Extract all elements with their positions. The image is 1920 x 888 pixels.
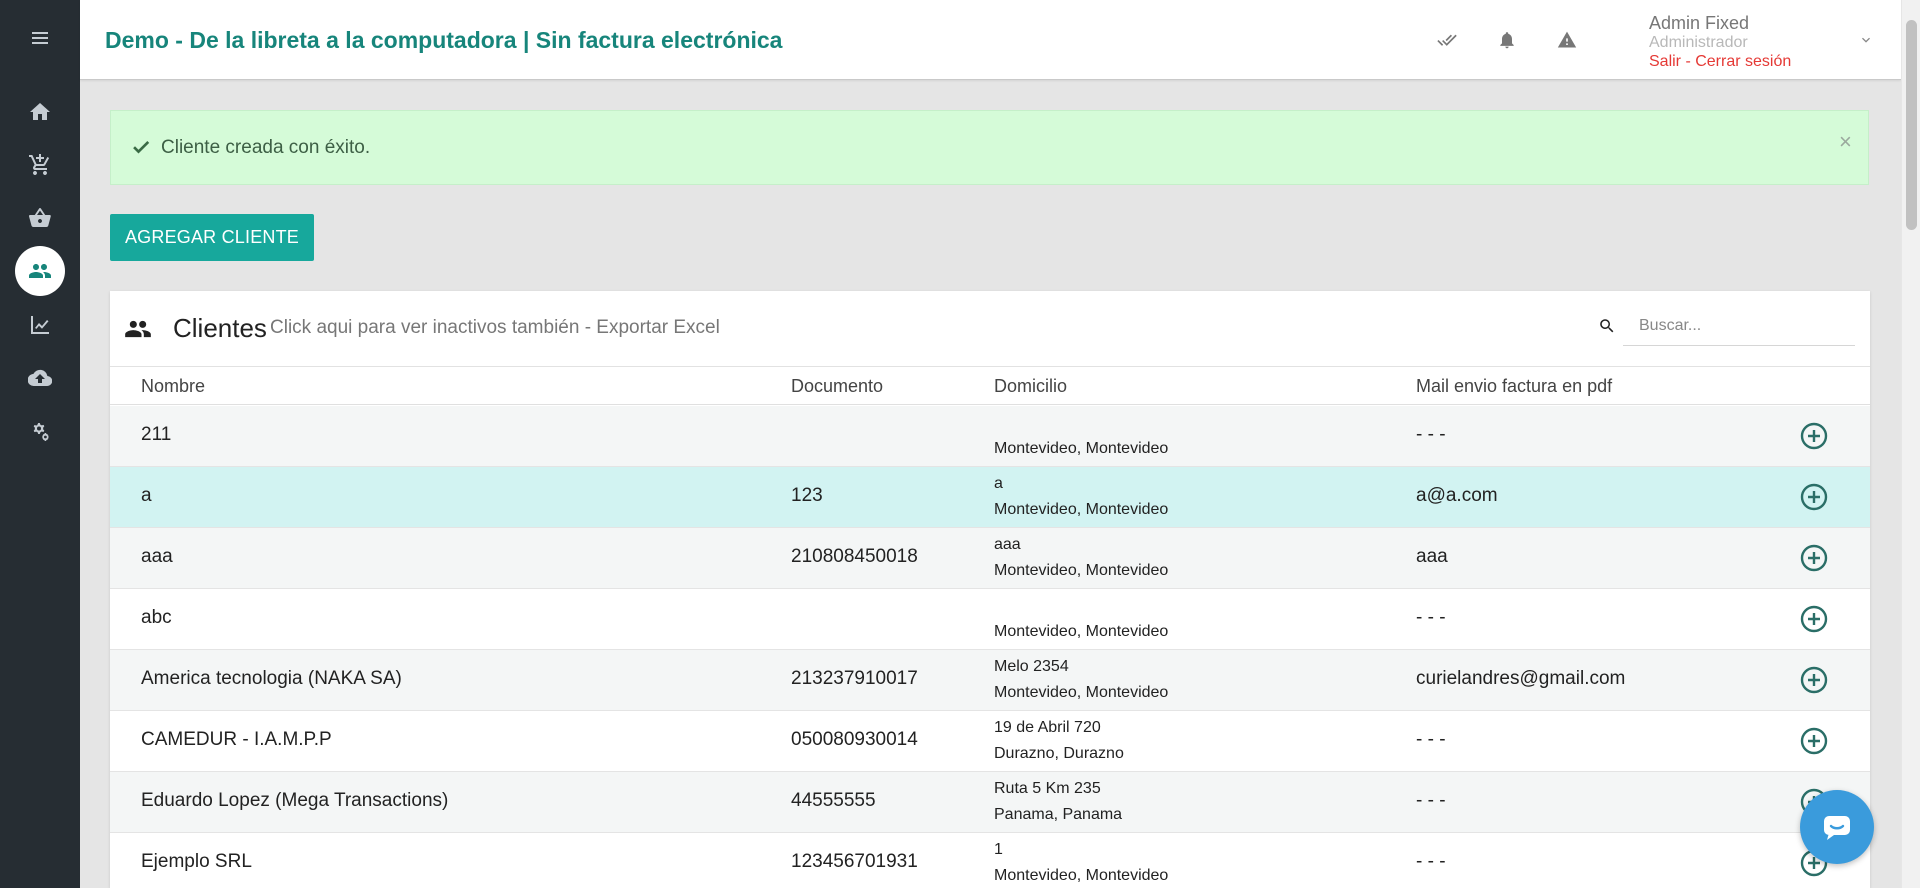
client-city: Montevideo, Montevideo xyxy=(994,867,1169,884)
table-row[interactable]: America tecnologia (NAKA SA) 213237910017… xyxy=(110,650,1870,711)
client-name: 211 xyxy=(141,424,172,445)
client-mail: a@a.com xyxy=(1416,485,1498,506)
column-header[interactable]: Mail envio factura en pdf xyxy=(1416,376,1612,397)
client-document: 44555555 xyxy=(791,790,876,811)
bell-icon[interactable] xyxy=(1495,28,1519,52)
table-row[interactable]: Ejemplo SRL 123456701931 1 Montevideo, Mont… xyxy=(110,833,1870,888)
client-city: Montevideo, Montevideo xyxy=(994,440,1169,457)
search-input[interactable] xyxy=(1623,306,1855,346)
client-city: Montevideo, Montevideo xyxy=(994,684,1169,701)
menu-icon[interactable] xyxy=(15,13,65,63)
chevron-down-icon[interactable] xyxy=(1858,32,1874,48)
search-icon xyxy=(1598,317,1618,337)
sidebar xyxy=(0,0,80,888)
column-header[interactable]: Nombre xyxy=(141,376,205,397)
client-document: 213237910017 xyxy=(791,668,918,689)
logout-link[interactable]: Salir - Cerrar sesión xyxy=(1649,53,1791,71)
clients-icon[interactable] xyxy=(15,246,65,296)
table-row[interactable]: abc Montevideo, Montevideo - - - xyxy=(110,589,1870,650)
double-check-icon[interactable] xyxy=(1435,28,1459,52)
page-title: Demo - De la libreta a la computadora | … xyxy=(105,27,783,53)
client-city: Durazno, Durazno xyxy=(994,745,1124,762)
client-city: Montevideo, Montevideo xyxy=(994,562,1169,579)
inactive-export-link[interactable]: Click aqui para ver inactivos también - … xyxy=(270,317,720,339)
table-row[interactable]: CAMEDUR - I.A.M.P.P 050080930014 19 de Abr… xyxy=(110,711,1870,772)
client-name: abc xyxy=(141,607,172,628)
close-icon[interactable]: × xyxy=(1839,129,1852,155)
client-document: 210808450018 xyxy=(791,546,918,567)
table-row[interactable]: aaa 210808450018 aaa Montevideo, Montevideo… xyxy=(110,528,1870,589)
client-document: 123 xyxy=(791,485,823,506)
column-header[interactable]: Documento xyxy=(791,376,883,397)
client-mail: aaa xyxy=(1416,546,1448,567)
client-address: 1 xyxy=(994,841,1003,858)
client-name: Ejemplo SRL xyxy=(141,851,252,872)
client-city: Montevideo, Montevideo xyxy=(994,501,1169,518)
client-address: a xyxy=(994,475,1003,492)
add-circle-icon[interactable] xyxy=(1799,604,1829,634)
chat-icon[interactable] xyxy=(1800,790,1874,864)
table-row[interactable]: Eduardo Lopez (Mega Transactions) 4455555… xyxy=(110,772,1870,833)
client-address: aaa xyxy=(994,536,1021,553)
table-header: Nombre Documento Domicilio Mail envio fa… xyxy=(110,368,1870,405)
check-icon xyxy=(131,137,151,157)
client-mail: - - - xyxy=(1416,424,1446,445)
add-circle-icon[interactable] xyxy=(1799,482,1829,512)
user-name: Admin Fixed xyxy=(1649,13,1750,33)
column-header[interactable]: Domicilio xyxy=(994,376,1067,397)
client-document: 123456701931 xyxy=(791,851,918,872)
client-document: 050080930014 xyxy=(791,729,918,750)
client-address: 19 de Abril 720 xyxy=(994,719,1101,736)
card-header: Clientes Click aqui para ver inactivos t… xyxy=(110,291,1870,367)
clients-icon xyxy=(123,315,153,343)
clients-card: Clientes Click aqui para ver inactivos t… xyxy=(110,291,1870,888)
user-role: Administrador xyxy=(1649,34,1748,51)
table-row[interactable]: 211 Montevideo, Montevideo - - - xyxy=(110,406,1870,467)
client-mail: - - - xyxy=(1416,851,1446,872)
client-mail: - - - xyxy=(1416,729,1446,750)
add-circle-icon[interactable] xyxy=(1799,543,1829,573)
home-icon[interactable] xyxy=(15,87,65,137)
client-address: Ruta 5 Km 235 xyxy=(994,780,1101,797)
client-name: aaa xyxy=(141,546,173,567)
chart-line-icon[interactable] xyxy=(15,300,65,350)
alert-message: Cliente creada con éxito. xyxy=(161,137,371,158)
client-name: Eduardo Lopez (Mega Transactions) xyxy=(141,790,449,811)
page-scrollbar[interactable] xyxy=(1901,0,1920,888)
warning-icon[interactable] xyxy=(1555,28,1579,52)
table-row[interactable]: a 123 a Montevideo, Montevideo a@a.com xyxy=(110,467,1870,528)
basket-icon[interactable] xyxy=(15,193,65,243)
success-alert: Cliente creada con éxito. × xyxy=(110,110,1869,185)
client-city: Montevideo, Montevideo xyxy=(994,623,1169,640)
client-address: Melo 2354 xyxy=(994,658,1069,675)
scroll-thumb[interactable] xyxy=(1906,20,1917,230)
client-name: CAMEDUR - I.A.M.P.P xyxy=(141,729,332,750)
cloud-upload-icon[interactable] xyxy=(15,353,65,403)
client-name: a xyxy=(141,485,152,506)
card-title: Clientes xyxy=(173,313,267,343)
settings-icon[interactable] xyxy=(15,406,65,456)
add-circle-icon[interactable] xyxy=(1799,421,1829,451)
client-name: America tecnologia (NAKA SA) xyxy=(141,668,402,689)
top-header: Demo - De la libreta a la computadora | … xyxy=(80,0,1901,80)
client-mail: curielandres@gmail.com xyxy=(1416,668,1626,689)
add-client-button[interactable]: AGREGAR CLIENTE xyxy=(110,214,314,261)
add-circle-icon[interactable] xyxy=(1799,726,1829,756)
client-mail: - - - xyxy=(1416,607,1446,628)
add-circle-icon[interactable] xyxy=(1799,665,1829,695)
client-city: Panama, Panama xyxy=(994,806,1123,823)
cart-add-icon[interactable] xyxy=(15,140,65,190)
client-mail: - - - xyxy=(1416,790,1446,811)
